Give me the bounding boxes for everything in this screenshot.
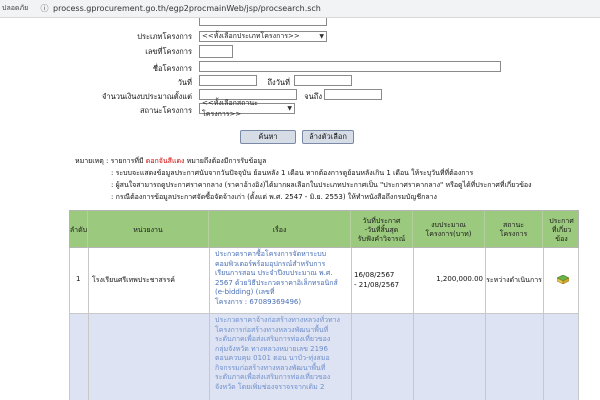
project-type-select[interactable]: <<ทั้งเลือกประเภทโครงการ>> ▼ [199, 31, 327, 42]
header-related: ประกาศ ที่เกี่ยว ข้อง [549, 216, 574, 243]
status-label: สถานะโครงการ [139, 106, 192, 115]
project-name-input[interactable] [199, 61, 501, 72]
header-dates: วันที่ประกาศ -วันที่สิ้นสุด รับฟังคำวิจา… [351, 211, 413, 249]
header-budget: งบประมาณ โครงการ(บาท) [413, 211, 485, 249]
header-agency: หน่วยงาน [88, 211, 209, 249]
project-type-label: ประเภทโครงการ [137, 32, 192, 41]
chevron-down-icon: ▼ [287, 105, 292, 112]
date-from-label: วันที่ [177, 78, 192, 87]
row-index: 1 [76, 275, 81, 283]
table-row: 1 โรงเรียนศรีเทพประชาสรรค์ ประกวดราคาซื้… [69, 248, 579, 314]
row-budget: 1,200,000.00 [436, 275, 483, 283]
project-no-input[interactable] [199, 45, 233, 58]
header-status: สถานะ โครงการ [485, 211, 543, 249]
security-warning[interactable]: ปลอดภัย [0, 3, 40, 14]
date-to-label: ถึงวันที่ [267, 78, 291, 87]
header-title: เรื่อง [209, 211, 351, 249]
budget-to-input[interactable] [324, 89, 382, 100]
row-status: ระหว่างดำเนินการ [486, 276, 542, 284]
header-index: ลำดับ [70, 211, 88, 249]
red-asterisk-text: ดอกจันสีแดง [145, 157, 185, 165]
budget-to-label: จนถึง [304, 92, 322, 101]
url-text[interactable]: process.gprocurement.go.th/egp2procmainW… [53, 4, 321, 13]
search-button[interactable]: ค้นหา [240, 130, 296, 144]
book-icon[interactable] [557, 275, 569, 284]
row-title-link[interactable]: ประกวดราคาซื้อโครงการจัดหาระบบ คอมพิวเตอ… [215, 250, 349, 307]
budget-from-label: จำนวนเงินงบประมาณตั้งแต่ [101, 92, 192, 101]
results-table-header: ลำดับ หน่วยงาน เรื่อง วันที่ประกาศ -วันท… [69, 210, 579, 249]
chevron-down-icon: ▼ [319, 33, 324, 40]
status-select[interactable]: <<ทั้งเลือกสถานะโครงการ>> ▼ [199, 99, 295, 118]
row-dates: 16/08/2567 - 21/08/2567 [354, 271, 400, 289]
note-line-3: : กรณีต้องการข้อมูลประกาศจัดซื้อจัดจ้างเ… [111, 193, 437, 201]
table-row: ประกวดราคาจ้างก่อสร้างทางหลวงทั่วทาง โคร… [69, 314, 579, 400]
clear-button[interactable]: ล้างตัวเลือก [302, 130, 354, 144]
hidden-top-select[interactable] [199, 18, 327, 26]
project-name-label: ชื่อโครงการ [152, 64, 192, 73]
browser-address-bar[interactable]: ปลอดภัย ⓘ process.gprocurement.go.th/egp… [0, 0, 600, 18]
note-header: หมายเหตุ : รายการที่มี ดอกจันสีแดง หมายถ… [75, 157, 267, 165]
note-line-2: : ผู้สนใจสามารถดูประกาศราคากลาง (ราคาอ้า… [111, 181, 532, 189]
row-agency: โรงเรียนศรีเทพประชาสรรค์ [92, 276, 175, 284]
project-no-label: เลขที่โครงการ [145, 47, 192, 56]
date-to-input[interactable] [294, 75, 352, 86]
date-from-input[interactable] [199, 75, 257, 86]
row-title-link[interactable]: ประกวดราคาจ้างก่อสร้างทางหลวงทั่วทาง โคร… [215, 316, 349, 392]
page-info-icon[interactable]: ⓘ [40, 4, 49, 13]
note-line-1: : ระบบจะแสดงข้อมูลประกาศนับจากวันปัจจุบั… [111, 169, 474, 177]
